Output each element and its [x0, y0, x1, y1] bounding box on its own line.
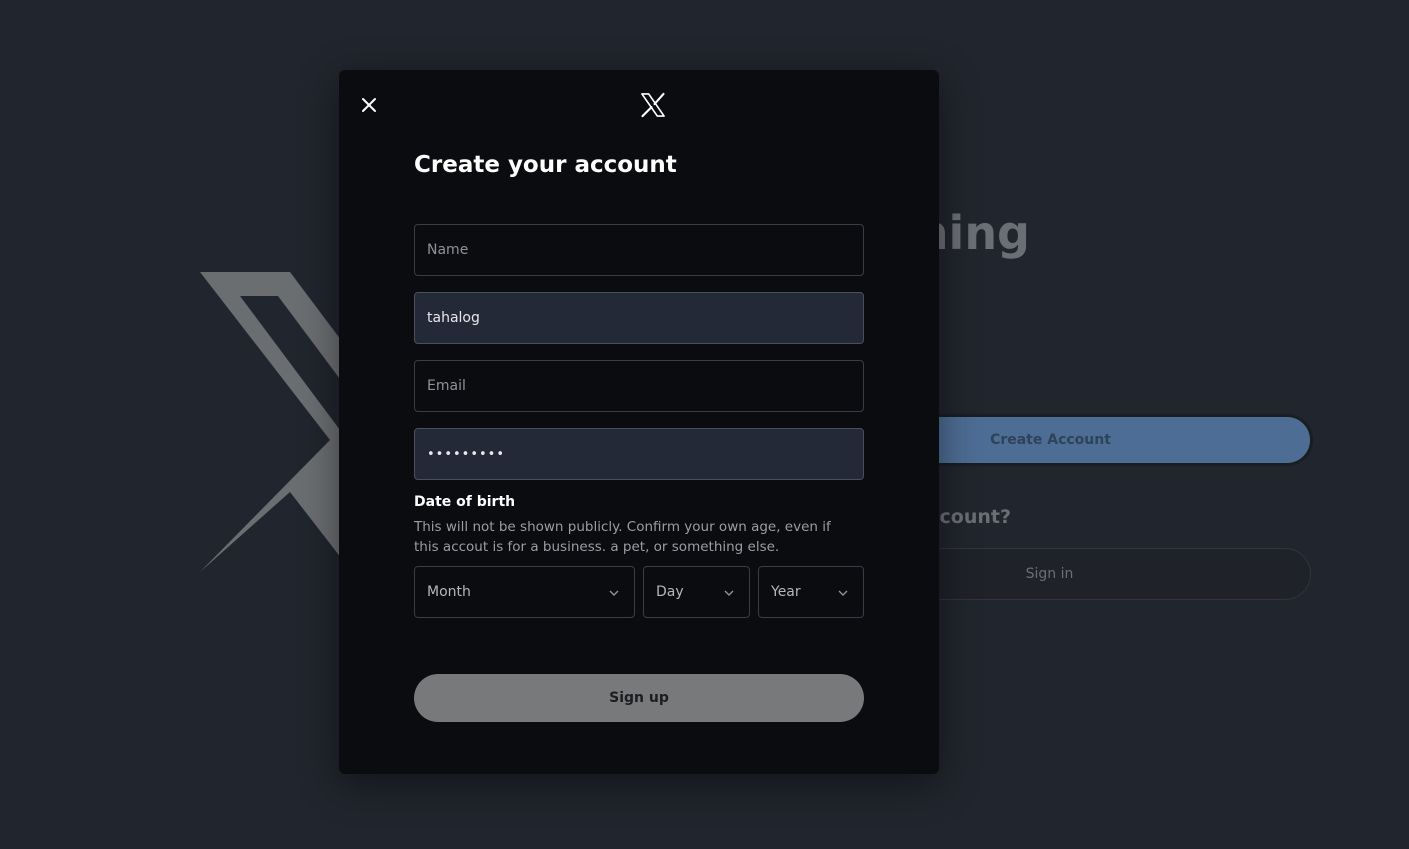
dob-help-text: This will not be shown publicly. Confirm… [414, 519, 831, 555]
chevron-down-icon [609, 590, 619, 596]
username-input[interactable] [414, 292, 864, 344]
email-input[interactable] [414, 360, 864, 412]
year-select[interactable]: Year [758, 566, 864, 618]
close-icon [362, 98, 376, 112]
month-select-label: Month [427, 584, 471, 600]
sign-up-button[interactable]: Sign up [414, 674, 864, 722]
password-input[interactable] [414, 428, 864, 480]
chevron-down-icon [724, 590, 734, 596]
dob-label: Date of birth [414, 494, 516, 510]
x-logo-icon [641, 92, 665, 118]
chevron-down-icon [838, 590, 848, 596]
signup-modal: Create your account Date of birth This w… [339, 70, 939, 774]
day-select[interactable]: Day [643, 566, 750, 618]
name-input[interactable] [414, 224, 864, 276]
day-select-label: Day [656, 584, 684, 600]
year-select-label: Year [771, 584, 801, 600]
month-select[interactable]: Month [414, 566, 635, 618]
modal-title: Create your account [414, 152, 677, 178]
close-button[interactable] [357, 94, 381, 116]
